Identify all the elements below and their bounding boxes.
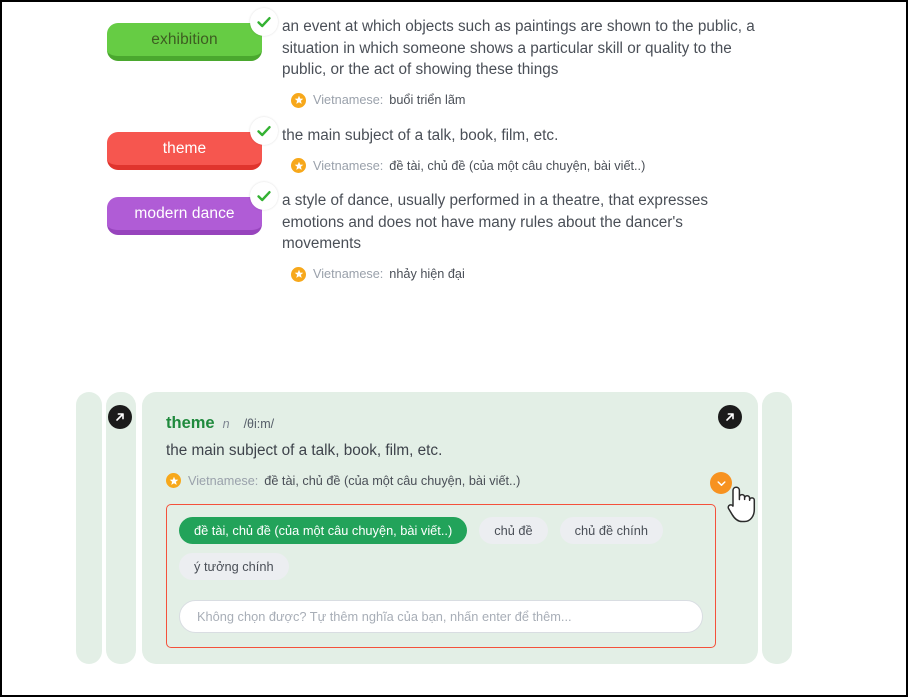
word-row: modern dance a style of dance, usually p… (2, 182, 906, 282)
vietnamese-line: Vietnamese: đề tài, chủ đề (của một câu … (282, 158, 756, 173)
collapse-meanings-button[interactable] (710, 472, 732, 494)
vietnamese-value: nhảy hiện đại (389, 267, 465, 281)
vietnamese-label: Vietnamese: (313, 93, 384, 107)
carousel-card-previous[interactable] (106, 392, 136, 664)
check-icon (250, 8, 278, 36)
card-part-of-speech: n (222, 417, 230, 431)
carousel-card-next[interactable] (762, 392, 792, 664)
word-row: theme the main subject of a talk, book, … (2, 116, 906, 173)
word-detail-carousel: theme n /θi:m/ the main subject of a tal… (2, 392, 906, 672)
open-external-icon[interactable] (718, 405, 742, 429)
word-pill-theme[interactable]: theme (107, 131, 262, 170)
card-vietnamese-value: đề tài, chủ đề (của một câu chuyện, bài … (264, 473, 521, 488)
word-pill-wrap: modern dance (107, 182, 282, 235)
check-icon (250, 116, 278, 145)
vietnamese-label: Vietnamese: (313, 158, 384, 173)
card-phonetic: /θi:m/ (243, 417, 275, 431)
carousel-card-previous-edge[interactable] (76, 392, 102, 664)
word-pill-exhibition[interactable]: exhibition (107, 23, 262, 61)
card-header: theme n /θi:m/ (166, 414, 734, 433)
vietnamese-label: Vietnamese: (313, 267, 384, 281)
definition-column: the main subject of a talk, book, film, … (282, 125, 906, 173)
star-icon (291, 92, 306, 108)
definition-column: an event at which objects such as painti… (282, 16, 906, 108)
card-word: theme (166, 414, 215, 432)
word-pill-modern-dance[interactable]: modern dance (107, 197, 262, 235)
open-external-icon-previous[interactable] (108, 405, 132, 429)
vietnamese-line: Vietnamese: buổi triển lãm (282, 92, 756, 108)
vietnamese-value: buổi triển lãm (389, 93, 466, 107)
app-screen: exhibition an event at which objects suc… (0, 0, 908, 697)
meaning-options-panel: đề tài, chủ đề (của một câu chuyện, bài … (166, 504, 716, 648)
star-icon (291, 158, 306, 173)
meaning-option-0[interactable]: đề tài, chủ đề (của một câu chuyện, bài … (179, 517, 468, 544)
check-icon (250, 182, 278, 210)
definition-text: an event at which objects such as painti… (282, 18, 755, 78)
word-list: exhibition an event at which objects suc… (2, 2, 906, 299)
definition-column: a style of dance, usually performed in a… (282, 190, 906, 282)
word-row: exhibition an event at which objects suc… (2, 8, 906, 108)
vietnamese-value: đề tài, chủ đề (của một câu chuyện, bài … (389, 158, 646, 173)
star-icon (166, 473, 181, 488)
definition-text: the main subject of a talk, book, film, … (282, 126, 559, 144)
meaning-option-1[interactable]: chủ đề (479, 517, 548, 544)
definition-text: a style of dance, usually performed in a… (282, 192, 708, 252)
word-pill-wrap: theme (107, 116, 282, 170)
star-icon (291, 266, 306, 282)
card-definition: the main subject of a talk, book, film, … (166, 442, 443, 459)
meaning-options-list: đề tài, chủ đề (của một câu chuyện, bài … (179, 517, 703, 580)
card-vietnamese-line: Vietnamese: đề tài, chủ đề (của một câu … (166, 473, 734, 488)
word-pill-wrap: exhibition (107, 8, 282, 61)
card-vietnamese-label: Vietnamese: (188, 473, 259, 488)
meaning-option-3[interactable]: ý tưởng chính (179, 553, 289, 580)
vietnamese-line: Vietnamese: nhảy hiện đại (282, 266, 756, 282)
custom-meaning-input[interactable] (179, 600, 703, 633)
meaning-option-2[interactable]: chủ đề chính (559, 517, 663, 544)
